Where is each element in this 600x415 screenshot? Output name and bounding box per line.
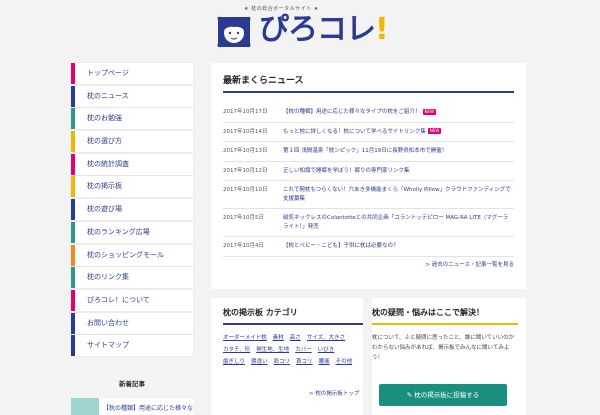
- news-date: 2017年10月4日: [223, 243, 264, 249]
- post-to-board-button[interactable]: ✎ 枕の掲示板に投稿する: [379, 384, 507, 406]
- board-tag-link[interactable]: カバー: [295, 344, 312, 356]
- news-title-link[interactable]: 磁気ネックレスのColantotteとの共同企画「コラントッテピロー MAG-R…: [283, 211, 514, 234]
- board-tag-link[interactable]: 寝違い: [251, 356, 268, 368]
- site-header: ★ 枕の総合ポータルサイト ★ ぴろコレ!: [0, 0, 600, 56]
- news-row: 2017年10月14日 もっと枕に詳しくなる！枕について学べるサイトリンク集 NEW: [223, 123, 514, 142]
- board-tag-link[interactable]: 歯ぎしり: [223, 356, 245, 368]
- latest-news-title: 最新まくらニュース: [223, 76, 304, 86]
- news-title-link[interactable]: 第１回 浅間温泉「枕ンピック」11月19日に長野県松本市で開催！: [283, 144, 514, 159]
- news-thumbnail: [71, 398, 99, 415]
- sidebar-nav-item[interactable]: 枕のショッピングモール: [71, 244, 193, 266]
- board-tag-link[interactable]: オーダーメイド枕: [223, 332, 267, 344]
- sidebar-news-item[interactable]: 【枕の種類】用途に応じた様々な: [71, 398, 193, 415]
- logo-pillow-face-icon[interactable]: [214, 14, 254, 50]
- board-tag-link[interactable]: 高さ: [290, 332, 301, 344]
- sidebar-nav-item[interactable]: 枕の掲示板: [71, 176, 193, 198]
- board-category-panel: 枕の掲示板 カテゴリ オーダーメイド枕 素材 高さ サイズ、大きさカタチ、形 側生地、生…: [211, 298, 363, 415]
- board-tag-link[interactable]: サイズ、大きさ: [307, 332, 345, 344]
- board-tag-link[interactable]: 腰痛: [319, 356, 330, 368]
- news-date: 2017年10月13日: [223, 148, 268, 154]
- latest-news-panel: 最新まくらニュース 2017年10月17日 【枕の種類】用途に応じた様々なタイプの…: [211, 63, 526, 289]
- sidebar-nav-item[interactable]: トップページ: [71, 63, 193, 84]
- qa-description: 枕について、ふと疑問に思ったこと、誰に聞いていいのかわからない悩みがあれば、掲示…: [372, 335, 515, 361]
- board-tag-link[interactable]: その他: [336, 356, 353, 368]
- news-title-link[interactable]: 【枕とベビー・こども】子供に枕は必要なの？: [283, 239, 514, 254]
- new-badge: NEW: [422, 108, 436, 115]
- news-date: 2017年10月5日: [223, 215, 264, 221]
- sidebar-nav-item[interactable]: お問い合わせ: [71, 312, 193, 334]
- news-title-text: 磁気ネックレスのColantotteとの共同企画「コラントッテピロー MAG-R…: [283, 215, 509, 230]
- board-divider: [223, 323, 363, 325]
- news-date: 2017年10月14日: [223, 128, 268, 135]
- news-title-link[interactable]: 【枕の種類】用途に応じた様々なタイプの枕をご紹介！ NEW: [283, 105, 514, 120]
- title-divider: [223, 91, 514, 93]
- news-title-text: 正しい知識で睡眠を学ぼう！眠りの専門家リンク集: [283, 167, 410, 174]
- sidebar-nav-item[interactable]: ぴろコレ！について: [71, 289, 193, 311]
- news-title-link[interactable]: これで腕枕もつらくない！穴あき多機能まくら「Wholly Pillow」クラウド…: [283, 183, 514, 206]
- board-tag-link[interactable]: 首コリ: [296, 356, 313, 368]
- sidebar-nav-item[interactable]: 枕の遊び場: [71, 199, 193, 221]
- news-row: 2017年10月5日 磁気ネックレスのColantotteとの共同企画「コラントッ…: [223, 209, 514, 237]
- board-tag-link[interactable]: カタチ、形: [223, 344, 250, 356]
- new-badge: NEW: [427, 128, 442, 134]
- news-row: 2017年10月4日 【枕とベビー・こども】子供に枕は必要なの？: [223, 237, 514, 257]
- news-list: 2017年10月17日 【枕の種類】用途に応じた様々なタイプの枕をご紹介！ NEW 2…: [223, 103, 514, 257]
- logo-bang: !: [375, 12, 389, 47]
- news-date: 2017年10月12日: [223, 167, 268, 174]
- qa-divider: [372, 323, 518, 325]
- sidebar-nav-item[interactable]: 枕のお勉強: [71, 108, 193, 130]
- news-title-text: 【枕の種類】用途に応じた様々なタイプの枕をご紹介！: [283, 109, 421, 115]
- sidebar-nav-item[interactable]: 枕のランキング広場: [71, 221, 193, 243]
- board-tag-link[interactable]: 素材: [273, 332, 284, 344]
- board-top-link[interactable]: > 枕の掲示板トップ: [309, 389, 359, 397]
- board-tag-list: オーダーメイド枕 素材 高さ サイズ、大きさカタチ、形 側生地、生地 カバー いびき歯ぎしり…: [223, 332, 368, 368]
- qa-panel: 枕の疑問・悩みはここで解決！ 枕について、ふと疑問に思ったこと、誰に聞いていいの…: [372, 298, 526, 415]
- sidebar-news-item-title: 【枕の種類】用途に応じた様々な: [103, 405, 193, 412]
- news-title-link[interactable]: 正しい知識で睡眠を学ぼう！眠りの専門家リンク集: [283, 164, 514, 179]
- news-date: 2017年10月10日: [223, 187, 268, 193]
- news-title-text: これで腕枕もつらくない！穴あき多機能まくら「Wholly Pillow」クラウド…: [283, 187, 511, 202]
- sidebar-news-title: 新着記事: [119, 380, 145, 388]
- news-date: 2017年10月17日: [223, 109, 268, 115]
- news-row: 2017年10月10日 これで腕枕もつらくない！穴あき多機能まくら「Wholly …: [223, 181, 514, 209]
- news-row: 2017年10月13日 第１回 浅間温泉「枕ンピック」11月19日に長野県松本市で…: [223, 142, 514, 162]
- past-news-link[interactable]: > 過去のニュース・記事一覧を見る: [425, 260, 514, 268]
- news-title-text: 【枕とベビー・こども】子供に枕は必要なの？: [283, 243, 399, 249]
- news-title-text: もっと枕に詳しくなる！枕について学べるサイトリンク集: [283, 128, 426, 135]
- news-title-text: 第１回 浅間温泉「枕ンピック」11月19日に長野県松本市で開催！: [283, 148, 448, 154]
- news-row: 2017年10月17日 【枕の種類】用途に応じた様々なタイプの枕をご紹介！ NEW: [223, 103, 514, 123]
- sidebar-nav-item[interactable]: 枕の選び方: [71, 131, 193, 153]
- news-row: 2017年10月12日 正しい知識で睡眠を学ぼう！眠りの専門家リンク集: [223, 162, 514, 181]
- sidebar-nav-item[interactable]: 枕のリンク集: [71, 267, 193, 289]
- sidebar-nav-item[interactable]: 枕の統計調査: [71, 153, 193, 175]
- sidebar-nav: トップページ 枕のニュース 枕のお勉強 枕の選び方 枕の統計調査 枕の掲示板 枕の遊び場 枕の…: [71, 63, 193, 358]
- board-tag-link[interactable]: いびき: [318, 344, 335, 356]
- sidebar-nav-item[interactable]: 枕のニュース: [71, 85, 193, 107]
- site-tagline: ★ 枕の総合ポータルサイト ★: [244, 6, 319, 12]
- sidebar-nav-item[interactable]: サイトマップ: [71, 335, 193, 357]
- news-title-link[interactable]: もっと枕に詳しくなる！枕について学べるサイトリンク集 NEW: [283, 125, 514, 140]
- logo-text[interactable]: ぴろコレ!: [259, 12, 389, 47]
- qa-title: 枕の疑問・悩みはここで解決！: [372, 308, 484, 317]
- board-tag-link[interactable]: 側生地、生地: [256, 344, 289, 356]
- board-category-title: 枕の掲示板 カテゴリ: [223, 308, 298, 317]
- logo-word: ぴろコレ: [259, 12, 376, 47]
- board-tag-link[interactable]: 肩コリ: [274, 356, 291, 368]
